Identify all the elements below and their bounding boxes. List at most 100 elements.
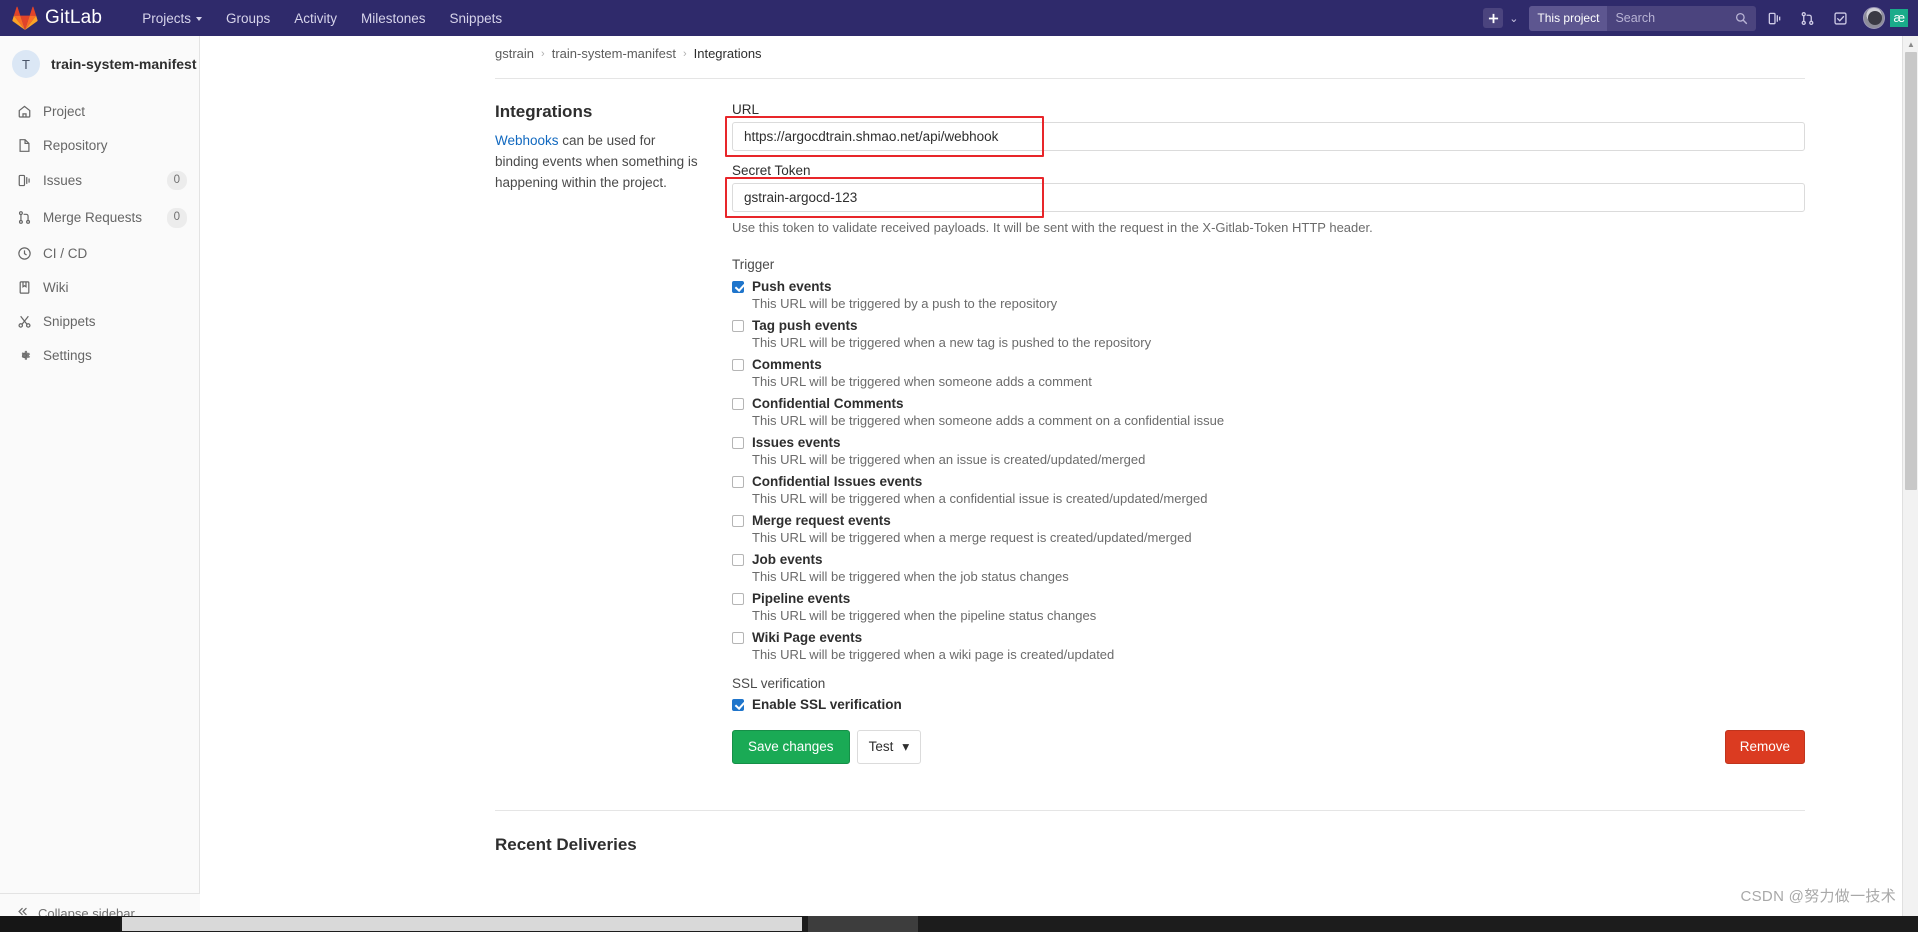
trigger-comments-desc: This URL will be triggered when someone …: [752, 374, 1092, 389]
merge-requests-icon[interactable]: [1792, 4, 1822, 32]
trigger-job-events-checkbox[interactable]: [732, 553, 744, 566]
search-box: This project Search: [1529, 5, 1757, 31]
secret-token-field-row: [725, 177, 1805, 218]
nav-link-activity-label: Activity: [294, 10, 338, 26]
new-menu-chevron-down-icon[interactable]: ⌄: [1509, 12, 1518, 25]
trigger-comments-checkbox[interactable]: [732, 358, 744, 371]
search-scope-pill[interactable]: This project: [1529, 5, 1608, 31]
breadcrumb-current[interactable]: Integrations: [694, 46, 762, 61]
trigger-pipeline-events-label[interactable]: Pipeline events: [752, 591, 850, 606]
gear-icon: [16, 348, 32, 364]
ssl-verification-label: SSL verification: [732, 676, 826, 691]
webhook-form: URL Secret Token Use this token to valid…: [725, 102, 1805, 764]
trigger-job-events-label[interactable]: Job events: [752, 552, 823, 567]
trigger-issues-events-label[interactable]: Issues events: [752, 435, 841, 450]
trigger-confidential-issues-events-checkbox[interactable]: [732, 475, 744, 488]
trigger-tag-push-events-label[interactable]: Tag push events: [752, 318, 858, 333]
sidebar-item-wiki[interactable]: Wiki: [0, 271, 199, 305]
sidebar-item-repository[interactable]: Repository: [0, 128, 199, 162]
issues-icon: [16, 173, 32, 189]
nav-link-projects[interactable]: Projects: [130, 3, 214, 34]
recent-deliveries-title: Recent Deliveries: [495, 809, 1805, 855]
sidebar-item-repository-label: Repository: [43, 137, 108, 153]
trigger-pipeline-events-checkbox[interactable]: [732, 592, 744, 605]
sidebar-item-project[interactable]: Project: [0, 94, 199, 128]
breadcrumb-separator-icon: ›: [682, 47, 687, 60]
breadcrumb-separator-icon: ›: [541, 47, 545, 60]
taskbar-window-segment[interactable]: [122, 917, 802, 931]
watermark: CSDN @努力做一技术: [1740, 888, 1896, 905]
trigger-confidential-comments: Confidential Comments This URL will be t…: [732, 396, 1805, 428]
trigger-confidential-comments-checkbox[interactable]: [732, 397, 744, 410]
test-button[interactable]: Test ▾: [856, 730, 922, 764]
webhooks-doc-link[interactable]: Webhooks: [495, 133, 559, 148]
remove-button[interactable]: Remove: [1724, 730, 1805, 764]
trigger-confidential-comments-desc: This URL will be triggered when someone …: [752, 413, 1225, 428]
panel-description-column: Integrations Webhooks can be used for bi…: [495, 102, 732, 764]
plus-square-icon[interactable]: [1483, 8, 1504, 28]
breadcrumb-group[interactable]: gstrain: [495, 46, 534, 61]
nav-link-snippets-label: Snippets: [449, 10, 503, 26]
nav-link-activity[interactable]: Activity: [282, 3, 349, 34]
trigger-push-events-checkbox[interactable]: [732, 280, 744, 293]
page-title: Integrations: [495, 102, 593, 121]
trigger-confidential-issues-events-desc: This URL will be triggered when a confid…: [752, 491, 1208, 506]
trigger-merge-request-events-label[interactable]: Merge request events: [752, 513, 891, 528]
trigger-tag-push-events-checkbox[interactable]: [732, 319, 744, 332]
trigger-push-events-label[interactable]: Push events: [752, 279, 832, 294]
main-content: gstrain › train-system-manifest › Integr…: [200, 36, 1900, 932]
sidebar-item-ci-cd[interactable]: CI / CD: [0, 237, 199, 271]
nav-link-projects-label: Projects: [142, 10, 191, 26]
trigger-wiki-page-events-checkbox[interactable]: [732, 631, 744, 644]
project-name: train-system-manifest: [51, 56, 197, 72]
sidebar-item-merge-requests-label: Merge Requests: [43, 210, 143, 226]
trigger-comments-label[interactable]: Comments: [752, 357, 822, 372]
nav-link-groups[interactable]: Groups: [214, 3, 282, 34]
trigger-wiki-page-events-label[interactable]: Wiki Page events: [752, 630, 862, 645]
nav-link-milestones-label: Milestones: [361, 10, 426, 26]
page-scrollbar[interactable]: ▲ ▼: [1902, 36, 1918, 932]
trigger-wiki-page-events-desc: This URL will be triggered when a wiki p…: [752, 647, 1115, 662]
sidebar-item-issues[interactable]: Issues 0: [0, 162, 199, 199]
trigger-merge-request-events-checkbox[interactable]: [732, 514, 744, 527]
sidebar-project-header[interactable]: T train-system-manifest: [0, 36, 199, 92]
trigger-tag-push-events: Tag push events This URL will be trigger…: [732, 318, 1805, 350]
sidebar-item-ci-cd-label: CI / CD: [43, 246, 88, 261]
secret-token-input[interactable]: [732, 183, 1805, 212]
search-input[interactable]: Search: [1607, 6, 1735, 31]
trigger-issues-events-checkbox[interactable]: [732, 436, 744, 449]
trigger-issues-events: Issues events This URL will be triggered…: [732, 435, 1805, 467]
search-icon[interactable]: [1735, 12, 1756, 25]
integrations-panel: Integrations Webhooks can be used for bi…: [495, 78, 1805, 764]
breadcrumb-project[interactable]: train-system-manifest: [552, 46, 676, 61]
issues-icon[interactable]: [1759, 4, 1789, 32]
sidebar-item-snippets[interactable]: Snippets: [0, 305, 199, 339]
sidebar-item-merge-requests[interactable]: Merge Requests 0: [0, 199, 199, 236]
scroll-up-arrow-icon[interactable]: ▲: [1903, 36, 1918, 52]
enable-ssl-verification-label[interactable]: Enable SSL verification: [752, 697, 902, 712]
taskbar-app-segment[interactable]: [808, 916, 918, 932]
avatar[interactable]: [1863, 7, 1886, 29]
chevron-down-icon: ▾: [902, 739, 910, 754]
gitlab-tanuki-icon[interactable]: [12, 6, 38, 30]
todos-icon[interactable]: [1825, 4, 1855, 32]
sidebar-item-settings[interactable]: Settings: [0, 339, 199, 373]
scrollbar-thumb[interactable]: [1905, 52, 1917, 490]
taskbar-start-segment[interactable]: [0, 916, 120, 932]
panel-description: Webhooks can be used for binding events …: [495, 131, 700, 194]
form-actions: Save changes Test ▾ Remove: [732, 730, 1805, 764]
url-input[interactable]: [732, 122, 1805, 151]
trigger-confidential-issues-events-label[interactable]: Confidential Issues events: [752, 474, 922, 489]
secret-token-label: Secret Token: [732, 163, 811, 178]
save-changes-button[interactable]: Save changes: [732, 730, 850, 764]
nav-link-snippets[interactable]: Snippets: [438, 3, 515, 34]
brand-name[interactable]: GitLab: [45, 7, 102, 29]
ime-indicator: æ: [1890, 8, 1908, 28]
project-avatar: T: [12, 50, 40, 78]
secret-token-help-text: Use this token to validate received payl…: [732, 220, 1373, 235]
enable-ssl-verification-checkbox[interactable]: [732, 698, 744, 711]
nav-link-milestones[interactable]: Milestones: [349, 3, 438, 34]
trigger-merge-request-events: Merge request events This URL will be tr…: [732, 513, 1805, 545]
trigger-push-events: Push events This URL will be triggered b…: [732, 279, 1805, 311]
trigger-confidential-comments-label[interactable]: Confidential Comments: [752, 396, 904, 411]
